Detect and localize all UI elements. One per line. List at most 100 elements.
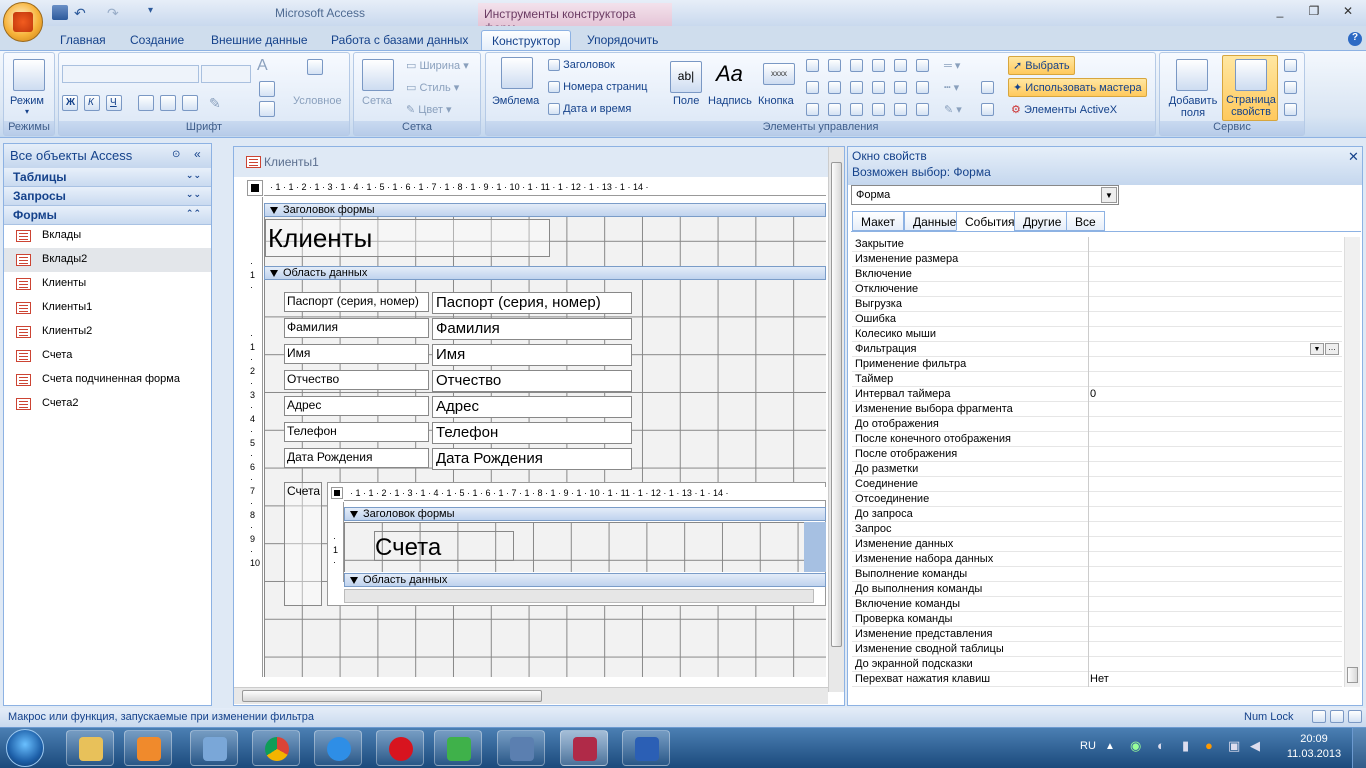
office-button[interactable] — [3, 2, 43, 42]
field-textbox[interactable]: Имя — [432, 344, 632, 366]
property-row[interactable]: Закрытие — [852, 237, 1342, 252]
property-row[interactable]: Интервал таймера 0 — [852, 387, 1342, 402]
option-button-icon[interactable] — [828, 103, 841, 116]
font-color-button[interactable]: A — [257, 57, 287, 79]
unbound-frame-icon[interactable] — [872, 103, 885, 116]
document-tab[interactable]: Клиенты1 — [234, 147, 844, 177]
snap-icon[interactable] — [981, 81, 994, 94]
field-textbox[interactable]: Паспорт (серия, номер) — [432, 292, 632, 314]
nav-item-form[interactable]: Счета подчиненная форма — [4, 368, 211, 392]
insert-activex-icon[interactable] — [981, 103, 994, 116]
rectangle-icon[interactable] — [850, 59, 863, 72]
nav-group-tables[interactable]: Таблицы ⌄⌄ — [4, 168, 211, 187]
subform-control[interactable]: · 1 · 1 · 2 · 1 · 3 · 1 · 4 · 1 · 5 · 1 … — [327, 482, 826, 606]
font-name-select[interactable] — [62, 65, 199, 83]
icq-taskbar-icon[interactable] — [434, 730, 482, 766]
property-row[interactable]: Выполнение команды — [852, 567, 1342, 582]
gridlines-button[interactable]: Сетка — [362, 95, 392, 107]
add-fields-button[interactable]: Добавить поля — [1164, 95, 1222, 119]
gridlines-icon[interactable] — [362, 59, 394, 91]
horizontal-scroll-thumb[interactable] — [242, 690, 542, 702]
code-icon[interactable] — [1284, 81, 1297, 94]
nav-item-form[interactable]: Вклады — [4, 224, 211, 248]
line-style-button[interactable]: ▭ Стиль ▾ — [406, 81, 459, 94]
design-view-icon[interactable] — [1348, 710, 1362, 723]
access-taskbar-icon[interactable] — [560, 730, 608, 766]
nav-item-form[interactable]: Счета — [4, 344, 211, 368]
minimize-button[interactable]: _ — [1270, 4, 1290, 20]
property-row[interactable]: До разметки — [852, 462, 1342, 477]
property-row[interactable]: После отображения — [852, 447, 1342, 462]
close-window-button[interactable]: ✕ — [1338, 4, 1358, 20]
frame-icon[interactable] — [828, 81, 841, 94]
tab-all[interactable]: Все — [1066, 211, 1105, 231]
property-row[interactable]: Изменение сводной таблицы — [852, 642, 1342, 657]
property-row[interactable]: Включение — [852, 267, 1342, 282]
property-row[interactable]: Изменение выбора фрагмента — [852, 402, 1342, 417]
line-type-icon[interactable]: ┅ ▾ — [944, 81, 959, 94]
object-selector[interactable]: Форма ▼ — [851, 185, 1119, 205]
section-detail-bar[interactable]: Область данных — [264, 266, 826, 280]
nav-item-form[interactable]: Клиенты2 — [4, 320, 211, 344]
line-width-button[interactable]: ▭ Ширина ▾ — [406, 59, 469, 72]
property-row[interactable]: Отсоединение — [852, 492, 1342, 507]
line-color-ctrl-icon[interactable]: ✎ ▾ — [944, 103, 962, 116]
line-thickness-icon[interactable]: ═ ▾ — [944, 59, 960, 72]
subform-hscrollbar[interactable] — [344, 589, 814, 603]
vertical-scroll-thumb[interactable] — [831, 162, 842, 647]
button-control-icon[interactable]: xxxx — [763, 63, 795, 85]
tab-database-tools[interactable]: Работа с базами данных — [321, 30, 478, 50]
help-icon[interactable]: ? — [1348, 32, 1362, 46]
tab-other[interactable]: Другие — [1014, 211, 1071, 231]
usb-icon[interactable]: ▣ — [1228, 738, 1240, 754]
property-row[interactable]: До выполнения команды — [852, 582, 1342, 597]
combo-box-icon[interactable] — [872, 81, 885, 94]
subform-ruler[interactable]: · 1 · 1 · 2 · 1 · 3 · 1 · 4 · 1 · 5 · 1 … — [344, 487, 826, 501]
paint-taskbar-icon[interactable] — [190, 730, 238, 766]
build-button-icon[interactable]: … — [1325, 343, 1339, 355]
vertical-ruler[interactable]: · 1 · · 1 · 2 · 3 · 4 · 5 · 6 · 7 · 8 · 9 · 10 — [247, 197, 263, 677]
opera-taskbar-icon[interactable] — [376, 730, 424, 766]
bold-button[interactable]: Ж — [62, 95, 78, 111]
language-indicator[interactable]: RU — [1080, 740, 1096, 752]
property-row[interactable]: Ошибка — [852, 312, 1342, 327]
virtualbox-taskbar-icon[interactable] — [497, 730, 545, 766]
tab-control-icon[interactable] — [806, 59, 819, 72]
property-row[interactable]: До экранной подсказки — [852, 657, 1342, 672]
clock[interactable]: 20:09 11.03.2013 — [1284, 733, 1344, 760]
field-textbox[interactable]: Дата Рождения — [432, 448, 632, 470]
field-label[interactable]: Имя — [284, 344, 429, 364]
explorer-taskbar-icon[interactable] — [66, 730, 114, 766]
chevron-down-icon[interactable]: ▼ — [1101, 187, 1117, 203]
list-box-icon[interactable] — [872, 59, 885, 72]
property-row[interactable]: Таймер — [852, 372, 1342, 387]
textbox-button[interactable]: Поле — [673, 95, 699, 107]
bound-frame-icon[interactable] — [850, 103, 863, 116]
property-row[interactable]: Колесико мыши — [852, 327, 1342, 342]
tray-app-icon[interactable]: ◐ — [1157, 738, 1165, 753]
field-label[interactable]: Отчество — [284, 370, 429, 390]
nav-collapse-icon[interactable]: « — [194, 147, 201, 161]
property-row[interactable]: Изменение набора данных — [852, 552, 1342, 567]
field-label[interactable]: Телефон — [284, 422, 429, 442]
subform-icon[interactable] — [916, 59, 929, 72]
show-hidden-icons-icon[interactable]: ▲ — [1105, 741, 1115, 752]
use-wizards-button[interactable]: ✦ Использовать мастера — [1008, 78, 1147, 97]
alert-icon[interactable]: ● — [1205, 738, 1213, 753]
label-icon[interactable]: Aa — [716, 61, 743, 87]
underline-button[interactable]: Ч — [106, 95, 122, 111]
format-painter-icon[interactable]: ✎ — [209, 95, 221, 112]
line-icon[interactable] — [828, 59, 841, 72]
label-button[interactable]: Надпись — [708, 95, 752, 107]
subform-detail-bar[interactable]: Область данных — [344, 573, 826, 587]
nav-item-form[interactable]: Вклады2 — [4, 248, 211, 272]
property-row[interactable]: Запрос — [852, 522, 1342, 537]
toggle-button-icon[interactable] — [806, 103, 819, 116]
volume-icon[interactable]: ◀ — [1250, 738, 1260, 754]
media-player-taskbar-icon[interactable] — [124, 730, 172, 766]
tab-design[interactable]: Конструктор — [481, 30, 572, 50]
checkbox-icon[interactable] — [850, 81, 863, 94]
property-row[interactable]: До запроса — [852, 507, 1342, 522]
font-size-select[interactable] — [201, 65, 251, 83]
subform-label[interactable]: Счета — [284, 482, 322, 606]
